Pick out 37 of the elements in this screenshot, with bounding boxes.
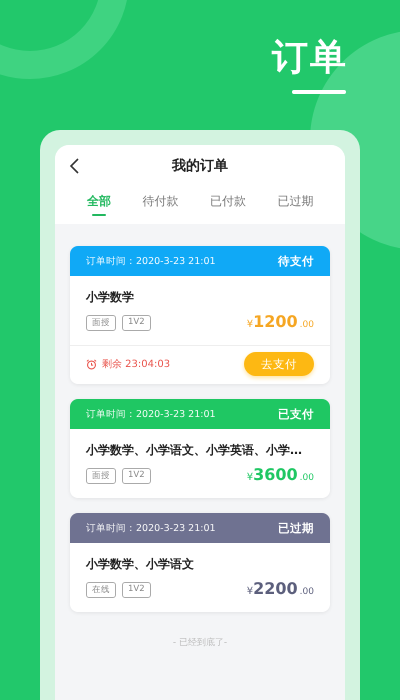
tag: 1V2: [122, 468, 151, 484]
price-amount: 3600: [253, 465, 298, 484]
countdown-text: 剩余 23:04:03: [102, 358, 170, 371]
alarm-clock-icon: [86, 358, 97, 370]
course-title: 小学数学、小学语文: [86, 556, 194, 573]
back-icon[interactable]: [69, 158, 81, 174]
order-card[interactable]: 订单时间：2020-3-23 21:01 已支付 小学数学、小学语文、小学英语、小学… 面授 1V2 ¥3600.00: [70, 399, 330, 498]
order-status: 待支付: [278, 254, 314, 268]
tag: 面授: [86, 315, 116, 331]
price-amount: 2200: [253, 579, 298, 598]
order-time: 订单时间：2020-3-23 21:01: [86, 522, 216, 534]
tag: 面授: [86, 468, 116, 484]
tab[interactable]: 待付款: [138, 189, 182, 224]
price-cents: .00: [300, 320, 314, 330]
price-amount: 1200: [253, 312, 298, 331]
end-of-list-text: - 已经到底了-: [172, 636, 228, 649]
banner-title: 订单: [272, 36, 348, 80]
tag: 在线: [86, 582, 116, 598]
tab[interactable]: 已过期: [273, 189, 318, 224]
tag: 1V2: [122, 582, 151, 598]
order-time: 订单时间：2020-3-23 21:01: [86, 408, 216, 420]
currency-symbol: ¥: [246, 319, 254, 330]
tab[interactable]: 已付款: [206, 189, 250, 224]
order-status: 已过期: [278, 520, 314, 536]
order-status: 已支付: [278, 406, 314, 422]
tag: 1V2: [122, 315, 151, 331]
price-cents: .00: [300, 587, 314, 597]
tab[interactable]: 全部: [82, 189, 115, 224]
price-cents: .00: [300, 473, 314, 483]
order-card[interactable]: 订单时间：2020-3-23 21:01 待支付 小学数学 面授 1V2 ¥1200.00 剩余 23:04:03 去支付: [70, 246, 330, 384]
order-time: 订单时间：2020-3-23 21:01: [86, 254, 216, 268]
currency-symbol: ¥: [246, 586, 254, 597]
course-title: 小学数学: [86, 289, 134, 306]
course-title: 小学数学、小学语文、小学英语、小学…: [86, 442, 302, 459]
currency-symbol: ¥: [246, 472, 254, 483]
order-card[interactable]: 订单时间：2020-3-23 21:01 已过期 小学数学、小学语文 在线 1V2 ¥2200.00: [70, 513, 330, 612]
page-title: 我的订单: [172, 157, 228, 175]
